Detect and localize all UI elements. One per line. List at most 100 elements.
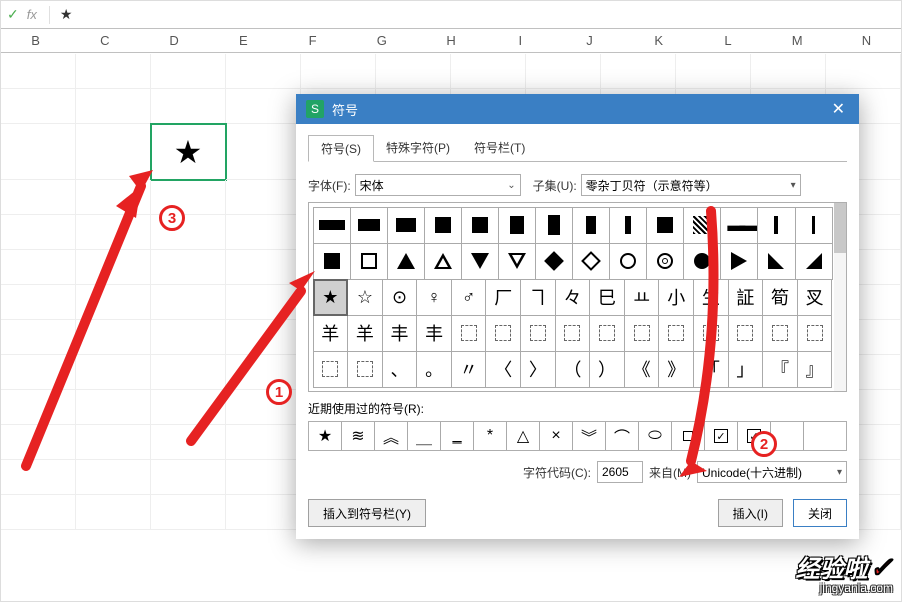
symbol-cell[interactable]: 」: [728, 351, 764, 388]
font-combo[interactable]: 宋体 ⌄: [355, 174, 521, 196]
symbol-cell[interactable]: [424, 207, 462, 244]
symbol-cell[interactable]: [387, 243, 425, 280]
symbol-cell[interactable]: ♀: [416, 279, 452, 316]
insert-button[interactable]: 插入(I): [718, 499, 783, 527]
symbol-cell[interactable]: [313, 207, 351, 244]
col-header[interactable]: D: [139, 29, 208, 52]
symbol-cell[interactable]: [757, 207, 795, 244]
symbol-cell[interactable]: [609, 243, 647, 280]
symbol-cell[interactable]: [658, 315, 694, 352]
symbol-cell[interactable]: [762, 315, 798, 352]
recent-cell[interactable]: ︾: [573, 422, 606, 450]
fx-icon[interactable]: fx: [27, 7, 37, 22]
symbol-cell[interactable]: [461, 207, 499, 244]
tab-symbols[interactable]: 符号(S): [308, 135, 374, 162]
recent-cell[interactable]: △: [507, 422, 540, 450]
symbol-cell[interactable]: ♂: [451, 279, 487, 316]
tab-special[interactable]: 特殊字符(P): [374, 135, 462, 162]
symbol-cell[interactable]: [387, 207, 425, 244]
col-header[interactable]: K: [624, 29, 693, 52]
close-button[interactable]: 关闭: [793, 499, 847, 527]
symbol-cell[interactable]: [795, 243, 833, 280]
symbol-cell[interactable]: 》: [658, 351, 694, 388]
symbol-cell[interactable]: [520, 315, 556, 352]
col-header[interactable]: F: [278, 29, 347, 52]
symbol-cell[interactable]: 「: [693, 351, 729, 388]
recent-cell[interactable]: [672, 422, 705, 450]
subset-combo[interactable]: 零杂丁贝符（示意符等） ▾: [581, 174, 801, 196]
symbol-cell[interactable]: [797, 315, 833, 352]
recent-cell[interactable]: ≋: [342, 422, 375, 450]
accept-icon[interactable]: ✓: [7, 6, 19, 23]
symbol-cell[interactable]: ▬▬: [720, 207, 758, 244]
symbol-cell[interactable]: [572, 207, 610, 244]
symbol-cell[interactable]: 証: [728, 279, 764, 316]
symbol-cell[interactable]: [624, 315, 660, 352]
symbol-cell[interactable]: [609, 207, 647, 244]
symbol-cell[interactable]: [350, 207, 388, 244]
symbol-cell[interactable]: [683, 207, 721, 244]
symbol-cell[interactable]: 〈: [485, 351, 521, 388]
symbol-cell[interactable]: 羊: [313, 315, 349, 352]
symbol-cell[interactable]: [350, 243, 388, 280]
close-icon[interactable]: ✕: [828, 99, 849, 119]
scroll-thumb[interactable]: [834, 203, 846, 253]
symbol-cell[interactable]: [313, 351, 349, 388]
symbol-cell[interactable]: [461, 243, 499, 280]
symbol-cell[interactable]: [693, 315, 729, 352]
col-header[interactable]: L: [693, 29, 762, 52]
symbol-cell[interactable]: [589, 315, 625, 352]
symbol-cell[interactable]: ☆: [347, 279, 383, 316]
symbol-cell[interactable]: 、: [382, 351, 418, 388]
formula-content[interactable]: ★: [54, 6, 73, 23]
recent-cell[interactable]: ✓: [705, 422, 738, 450]
col-header[interactable]: I: [486, 29, 555, 52]
col-header[interactable]: E: [209, 29, 278, 52]
symbol-cell[interactable]: [646, 207, 684, 244]
recent-cell[interactable]: ‗: [441, 422, 474, 450]
symbol-cell[interactable]: [347, 351, 383, 388]
char-code-input[interactable]: 2605: [597, 461, 643, 483]
symbol-cell[interactable]: 生: [693, 279, 729, 316]
tab-bar[interactable]: 符号栏(T): [462, 135, 537, 162]
symbol-cell[interactable]: [683, 243, 721, 280]
col-header[interactable]: C: [70, 29, 139, 52]
symbol-cell[interactable]: 〉: [520, 351, 556, 388]
recent-cell[interactable]: ⌒: [606, 422, 639, 450]
symbol-cell[interactable]: [498, 207, 536, 244]
symbol-cell[interactable]: [424, 243, 462, 280]
symbol-cell[interactable]: 筍: [762, 279, 798, 316]
symbol-cell[interactable]: ヿ: [520, 279, 556, 316]
symbol-cell[interactable]: [451, 315, 487, 352]
symbol-cell[interactable]: （: [555, 351, 591, 388]
recent-cell[interactable]: *: [474, 422, 507, 450]
symbol-cell[interactable]: 厂: [485, 279, 521, 316]
symbol-cell[interactable]: 小: [658, 279, 694, 316]
symbol-cell[interactable]: ㅛ: [624, 279, 660, 316]
recent-cell[interactable]: ︽: [375, 422, 408, 450]
scrollbar[interactable]: [834, 203, 846, 391]
dialog-title-bar[interactable]: S 符号 ✕: [296, 94, 859, 124]
symbol-cell[interactable]: [313, 243, 351, 280]
symbol-cell[interactable]: 丰: [382, 315, 418, 352]
symbol-cell[interactable]: [757, 243, 795, 280]
symbol-cell[interactable]: [728, 315, 764, 352]
symbol-cell[interactable]: ）: [589, 351, 625, 388]
col-header[interactable]: J: [555, 29, 624, 52]
col-header[interactable]: B: [1, 29, 70, 52]
active-cell[interactable]: ★: [151, 124, 226, 180]
from-combo[interactable]: Unicode(十六进制) ▾: [697, 461, 847, 483]
symbol-cell[interactable]: 。: [416, 351, 452, 388]
recent-cell[interactable]: ⬭: [639, 422, 672, 450]
col-header[interactable]: G: [347, 29, 416, 52]
symbol-cell[interactable]: [720, 243, 758, 280]
symbol-cell[interactable]: 』: [797, 351, 833, 388]
symbol-cell[interactable]: [485, 315, 521, 352]
symbol-cell[interactable]: [555, 315, 591, 352]
symbol-cell[interactable]: 〃: [451, 351, 487, 388]
symbol-cell[interactable]: [572, 243, 610, 280]
symbol-cell[interactable]: 《: [624, 351, 660, 388]
recent-cell[interactable]: ×: [540, 422, 573, 450]
symbol-cell[interactable]: [646, 243, 684, 280]
symbol-cell-selected[interactable]: ★: [313, 279, 349, 316]
